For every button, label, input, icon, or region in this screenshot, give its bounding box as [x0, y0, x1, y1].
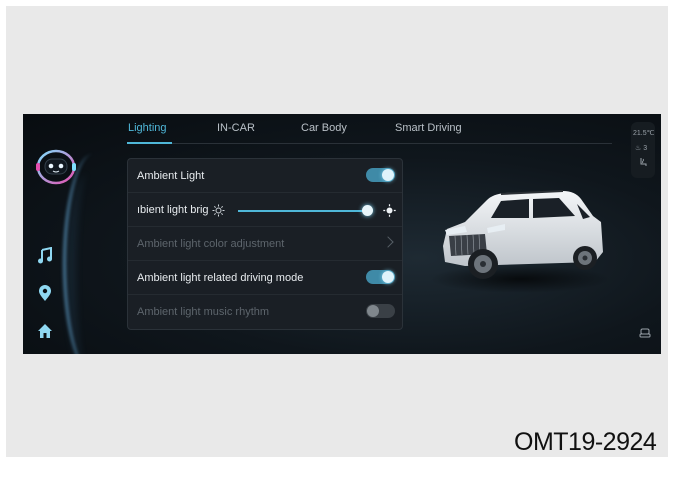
ambient-light-label: Ambient Light — [137, 170, 205, 182]
ambient-light-brightness-row: ıbient light brig — [128, 193, 402, 227]
active-tab-indicator — [127, 142, 172, 144]
tab-lighting[interactable]: Lighting — [128, 122, 167, 134]
seat-count: ♨ 3 — [635, 144, 647, 152]
toggle-knob — [382, 169, 394, 181]
toggle-knob — [382, 271, 394, 283]
page-footer — [0, 457, 690, 504]
brightness-high-icon — [383, 204, 396, 217]
chevron-right-icon — [382, 236, 394, 248]
driving-mode-label: Ambient light related driving mode — [137, 272, 304, 284]
temperature-readout: 21.5℃ — [633, 130, 655, 137]
tab-car-body[interactable]: Car Body — [301, 122, 347, 134]
seat-icon[interactable] — [639, 327, 651, 339]
music-note-icon[interactable] — [36, 247, 54, 265]
ambient-light-toggle[interactable] — [366, 168, 395, 182]
ambient-light-color-row[interactable]: Ambient light color adjustment — [128, 227, 402, 261]
infotainment-screen: Lighting IN-CAR Car Body Smart Driving A… — [23, 114, 661, 354]
left-sidebar — [23, 114, 99, 354]
ambient-light-row: Ambient Light — [128, 159, 402, 193]
location-pin-icon[interactable] — [36, 284, 54, 302]
brightness-slider-track[interactable] — [238, 210, 368, 212]
tab-smart-driving[interactable]: Smart Driving — [395, 122, 462, 134]
document-page: Lighting IN-CAR Car Body Smart Driving A… — [6, 6, 668, 457]
toggle-knob — [367, 305, 379, 317]
seat-heat-icon — [640, 158, 647, 166]
music-rhythm-label: Ambient light music rhythm — [137, 306, 270, 318]
brightness-low-icon — [212, 204, 225, 217]
brightness-label: ıbient light brig — [137, 204, 209, 216]
figure-code: OMT19-2924 — [514, 428, 657, 456]
tab-divider — [127, 143, 612, 144]
climate-status-panel[interactable]: 21.5℃ ♨ 3 — [631, 122, 655, 178]
music-rhythm-toggle[interactable] — [366, 304, 395, 318]
lighting-settings-panel: Ambient Light ıbient light brig Ambient … — [127, 158, 403, 330]
seat-count-value: 3 — [643, 145, 648, 152]
color-adjustment-label: Ambient light color adjustment — [137, 238, 285, 250]
vehicle-image — [430, 190, 610, 293]
tab-in-car[interactable]: IN-CAR — [217, 122, 255, 134]
driving-mode-row: Ambient light related driving mode — [128, 261, 402, 295]
home-icon[interactable] — [36, 322, 54, 340]
music-rhythm-row: Ambient light music rhythm — [128, 295, 402, 329]
seat-icon: ♨ — [635, 145, 642, 152]
brightness-slider-handle[interactable] — [362, 205, 373, 216]
assistant-avatar-icon[interactable] — [34, 146, 78, 186]
driving-mode-toggle[interactable] — [366, 270, 395, 284]
